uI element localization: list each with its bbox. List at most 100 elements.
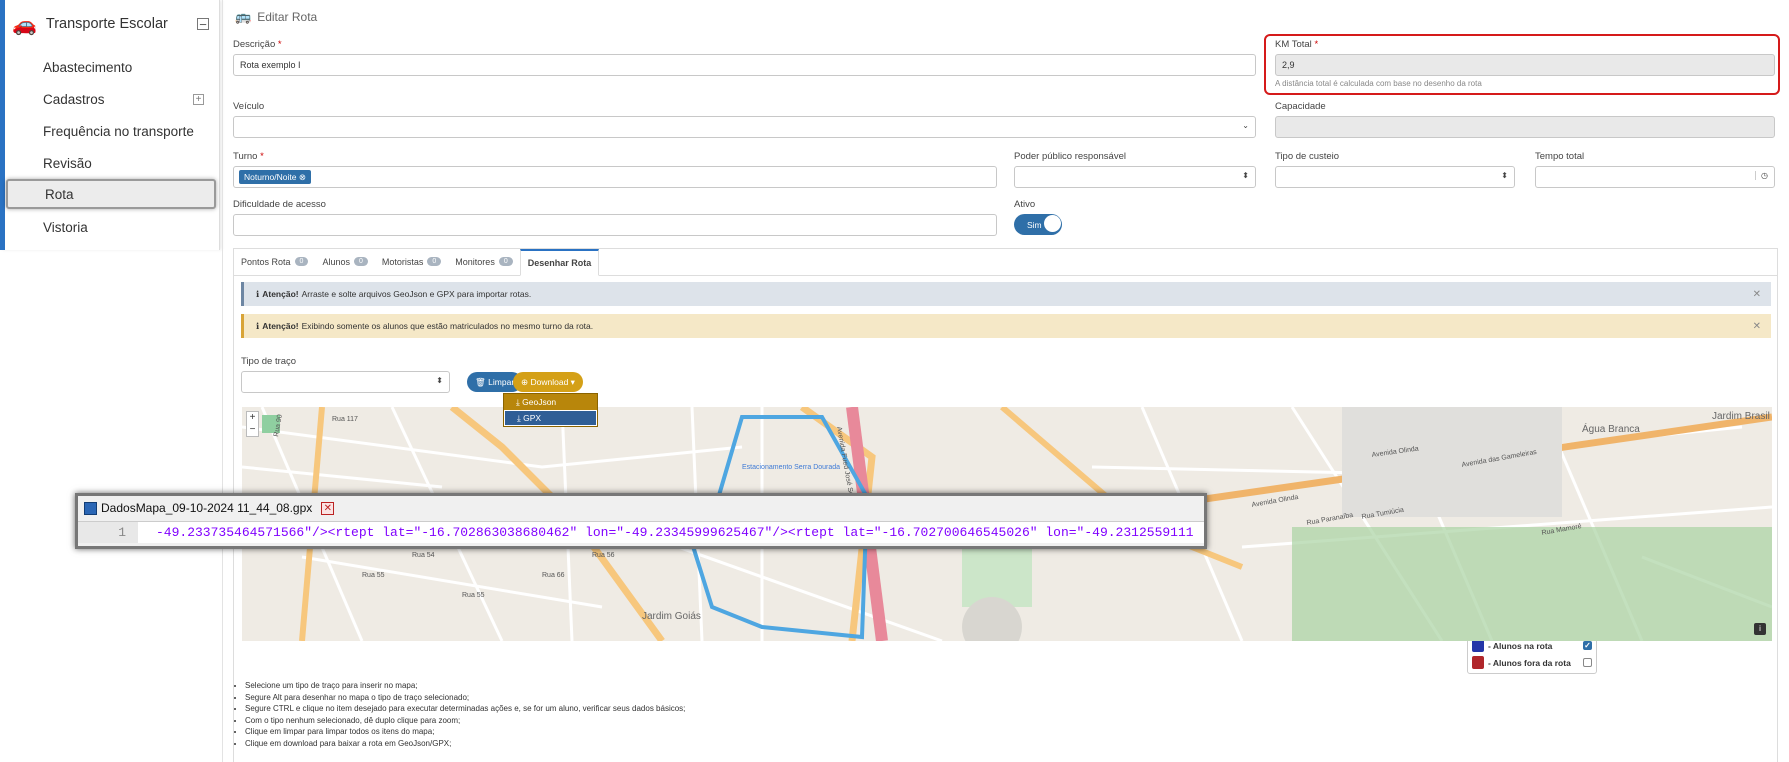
student-out-route-icon: [1472, 656, 1484, 669]
collapse-icon[interactable]: −: [197, 18, 209, 31]
tab-desenhar-rota[interactable]: Desenhar Rota: [519, 249, 600, 276]
tipo-custeio-label: Tipo de custeio: [1275, 151, 1340, 162]
tab-monitores[interactable]: Monitores 0: [448, 248, 519, 275]
info-alert: ℹ Atenção! Arraste e solte arquivos GeoJso…: [241, 282, 1771, 306]
ativo-toggle[interactable]: Sim: [1014, 214, 1062, 235]
trash-icon: 🗑: [475, 376, 486, 387]
sidebar: 🚗 Transporte Escolar − Abastecimento Cad…: [0, 0, 220, 250]
tab-motoristas[interactable]: Motoristas 0: [375, 248, 448, 275]
highlight-box: [1264, 34, 1780, 95]
instructions-list: Selecione um tipo de traço para inserir …: [233, 680, 685, 749]
count-badge: 0: [353, 257, 368, 266]
map-label: Rua 54: [412, 552, 435, 559]
poder-publico-select[interactable]: ⬍: [1014, 166, 1256, 188]
list-item: Clique em limpar para limpar todos os it…: [245, 726, 685, 738]
sidebar-item-frequencia[interactable]: Frequência no transporte: [6, 116, 216, 146]
veiculo-select[interactable]: ⌄: [233, 116, 1256, 138]
zoom-in-button[interactable]: +: [247, 412, 258, 424]
sort-arrows-icon: ⬍: [436, 376, 443, 385]
download-icon: ⊕: [521, 376, 529, 387]
car-icon: 🚗: [12, 13, 37, 36]
sidebar-item-label: Abastecimento: [43, 59, 133, 75]
toggle-label: Sim: [1027, 219, 1042, 230]
tipo-traco-label: Tipo de traço: [241, 356, 297, 367]
download-icon: ⤓: [517, 412, 521, 423]
list-item: Segure Alt para desenhar no mapa o tipo …: [245, 692, 685, 704]
remove-tag-icon[interactable]: ⊗: [299, 172, 306, 182]
editor-filename: DadosMapa_09-10-2024 11_44_08.gpx: [101, 501, 313, 515]
map-label: Rua 66: [542, 572, 565, 579]
map-label: Jardim Goiás: [642, 611, 701, 622]
page-header: 🚌 Editar Rota: [235, 9, 317, 25]
list-item: Com o tipo nenhum selecionado, dê duplo …: [245, 715, 685, 727]
capacidade-input: [1275, 116, 1775, 138]
tipo-traco-select[interactable]: ⬍: [241, 371, 450, 393]
sidebar-item-label: Rota: [45, 186, 74, 202]
ativo-label: Ativo: [1014, 199, 1036, 210]
dificuldade-input[interactable]: [233, 214, 997, 236]
download-gpx-option[interactable]: ⤓ GPX: [504, 410, 597, 426]
sidebar-item-cadastros[interactable]: Cadastros +: [6, 84, 216, 114]
tipo-custeio-select[interactable]: ⬍: [1275, 166, 1515, 188]
download-icon: ⤓: [516, 396, 520, 407]
list-item: Segure CTRL e clique no item desejado pa…: [245, 703, 685, 715]
gpx-editor-overlay: DadosMapa_09-10-2024 11_44_08.gpx ✕ 1 -4…: [75, 493, 1207, 549]
sidebar-item-vistoria[interactable]: Vistoria: [6, 212, 216, 242]
close-icon[interactable]: ✕: [1753, 289, 1761, 300]
sidebar-header[interactable]: 🚗 Transporte Escolar −: [12, 12, 209, 36]
list-item: Selecione um tipo de traço para inserir …: [245, 680, 685, 692]
dificuldade-label: Dificuldade de acesso: [233, 199, 326, 210]
tab-alunos[interactable]: Alunos 0: [315, 248, 374, 275]
sort-arrows-icon: ⬍: [1501, 171, 1508, 180]
download-geojson-option[interactable]: ⤓ GeoJson: [504, 394, 597, 410]
turno-tag[interactable]: Noturno/Noite ⊗: [239, 170, 311, 184]
close-icon[interactable]: ✕: [1753, 321, 1761, 332]
save-file-icon: [84, 501, 97, 515]
count-badge: 0: [498, 257, 513, 266]
warning-alert: ℹ Atenção! Exibindo somente os alunos que …: [241, 314, 1771, 338]
close-icon[interactable]: ✕: [321, 501, 335, 515]
checkbox-out-route[interactable]: [1583, 658, 1592, 667]
turno-select[interactable]: Noturno/Noite ⊗: [233, 166, 997, 188]
bus-icon: 🚌: [235, 9, 252, 24]
info-icon: ℹ: [256, 320, 260, 331]
info-icon: ℹ: [256, 288, 260, 299]
descricao-input[interactable]: Rota exemplo I: [233, 54, 1256, 76]
map-label: Rua 56: [592, 552, 615, 559]
count-badge: 0: [427, 257, 442, 266]
sidebar-item-label: Vistoria: [43, 219, 88, 235]
page-title: Editar Rota: [257, 10, 318, 24]
main-content: 🚌 Editar Rota Descrição * Rota exemplo I…: [222, 0, 1789, 762]
map-label: Água Branca: [1582, 422, 1640, 435]
tempo-total-label: Tempo total: [1535, 151, 1585, 162]
tab-bar: Pontos Rota 0 Alunos 0 Motoristas 0 Monitor…: [233, 248, 1778, 276]
sidebar-item-revisao[interactable]: Revisão: [6, 148, 216, 178]
tab-pontos-rota[interactable]: Pontos Rota 0: [234, 248, 315, 275]
checkbox-in-route[interactable]: ✓: [1583, 641, 1592, 650]
poder-publico-label: Poder público responsável: [1014, 151, 1126, 162]
map-label: Rua 55: [462, 592, 485, 599]
zoom-control[interactable]: + −: [246, 411, 259, 437]
toggle-knob: [1044, 215, 1061, 232]
capacidade-label: Capacidade: [1275, 101, 1326, 112]
sort-arrows-icon: ⬍: [1242, 171, 1249, 180]
map-info-icon[interactable]: i: [1754, 623, 1766, 635]
expand-icon[interactable]: +: [193, 93, 204, 105]
line-number: 1: [78, 522, 138, 543]
sidebar-item-label: Frequência no transporte: [43, 123, 194, 139]
sidebar-title: Transporte Escolar: [45, 16, 168, 32]
list-item: Clique em download para baixar a rota em…: [245, 738, 685, 750]
count-badge: 0: [294, 257, 309, 266]
zoom-out-button[interactable]: −: [247, 424, 258, 436]
download-button[interactable]: ⊕ Download ▾: [513, 372, 583, 392]
clock-icon[interactable]: ◷: [1755, 171, 1768, 180]
download-dropdown: ⤓ GeoJson ⤓ GPX: [503, 393, 598, 427]
editor-line[interactable]: 1 -49.233735464571566"/><rtept lat="-16.…: [78, 521, 1204, 543]
sidebar-item-abastecimento[interactable]: Abastecimento: [6, 52, 216, 82]
veiculo-label: Veículo: [233, 101, 265, 112]
sidebar-item-rota[interactable]: Rota: [6, 179, 216, 209]
editor-tab[interactable]: DadosMapa_09-10-2024 11_44_08.gpx ✕: [78, 496, 1204, 520]
tempo-total-input[interactable]: ◷: [1535, 166, 1775, 188]
map-label: Jardim Brasil: [1712, 411, 1770, 422]
sidebar-item-label: Revisão: [43, 155, 92, 171]
